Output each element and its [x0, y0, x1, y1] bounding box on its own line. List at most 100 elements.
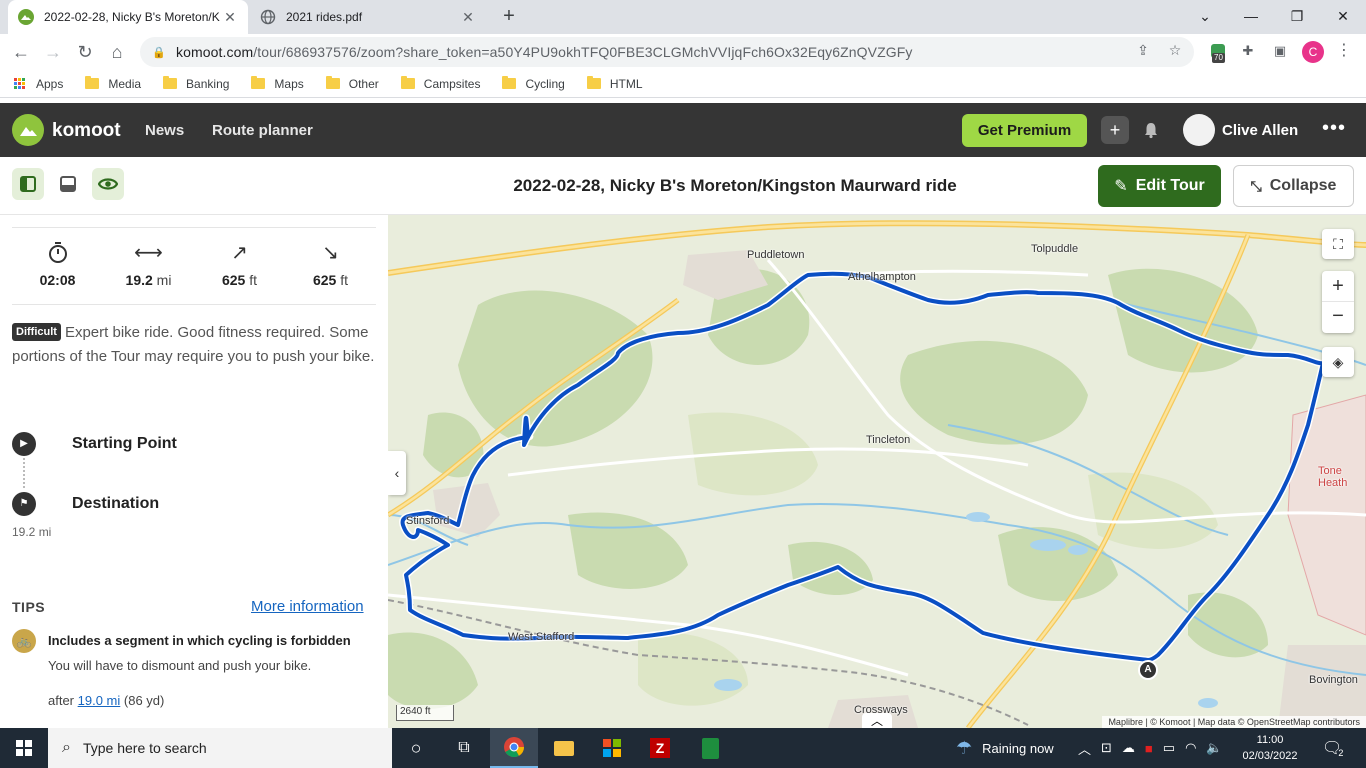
- tour-map[interactable]: Puddletown Athelhampton Tolpuddle Tincle…: [388, 215, 1366, 728]
- more-options-icon[interactable]: •••: [1322, 117, 1346, 140]
- bookmark-folder-maps[interactable]: Maps: [251, 76, 304, 91]
- clock-time: 11:00: [1256, 734, 1284, 746]
- close-window-icon[interactable]: ✕: [1320, 4, 1366, 28]
- task-view-icon[interactable]: ⧉: [440, 728, 488, 768]
- user-avatar[interactable]: [1183, 114, 1215, 146]
- stat-uphill: ↗ 625 ft: [194, 228, 285, 304]
- tray-app-red-icon[interactable]: ■: [1145, 741, 1153, 756]
- bookmark-folder-html[interactable]: HTML: [586, 76, 643, 91]
- get-premium-button[interactable]: Get Premium: [962, 114, 1087, 147]
- collapse-button[interactable]: ⤡ Collapse: [1233, 165, 1354, 207]
- place-label-puddletown: Puddletown: [747, 249, 805, 261]
- view-map-eye-icon[interactable]: [92, 168, 124, 200]
- waypoint-destination[interactable]: ⚑ Destination: [12, 492, 159, 516]
- folder-icon: [163, 76, 178, 89]
- tab-search-icon[interactable]: ⌄: [1182, 4, 1228, 28]
- search-icon: ⌕: [62, 739, 71, 756]
- bookmark-folder-campsites[interactable]: Campsites: [400, 76, 480, 91]
- store-icon[interactable]: [588, 728, 636, 768]
- tip-distance-link[interactable]: 19.0 mi: [78, 693, 121, 708]
- cortana-circle-icon[interactable]: ○: [392, 728, 440, 768]
- tab-komoot[interactable]: 2022-02-28, Nicky B's Moreton/K ✕: [8, 0, 248, 34]
- view-bottom-panel-icon[interactable]: [52, 168, 84, 200]
- map-layers-icon[interactable]: ◈: [1322, 347, 1354, 377]
- expand-panel-chevron-icon[interactable]: ︿: [862, 713, 892, 728]
- zoom-in-icon[interactable]: +: [1322, 271, 1354, 302]
- bookmark-folder-cycling[interactable]: Cycling: [502, 76, 565, 91]
- tab-title: 2022-02-28, Nicky B's Moreton/K: [44, 10, 220, 24]
- zoom-out-icon[interactable]: −: [1322, 302, 1354, 333]
- meet-now-icon[interactable]: ⊡: [1101, 740, 1112, 756]
- globe-icon: [260, 9, 276, 25]
- battery-icon[interactable]: ▭: [1163, 740, 1175, 756]
- filezilla-icon[interactable]: Z: [636, 728, 684, 768]
- address-bar[interactable]: 🔒 komoot.com/tour/686937576/zoom?share_t…: [140, 37, 1194, 67]
- tab-close-icon[interactable]: ✕: [222, 9, 238, 26]
- uphill-icon: ↗: [231, 242, 248, 264]
- chrome-app-icon[interactable]: [490, 728, 538, 768]
- bookmark-folder-other[interactable]: Other: [325, 76, 379, 91]
- map-scale: 2640 ft: [396, 705, 454, 721]
- windows-start-icon[interactable]: [16, 740, 32, 756]
- user-name[interactable]: Clive Allen: [1222, 122, 1298, 139]
- bookmark-apps[interactable]: Apps: [14, 77, 63, 91]
- bookmarks-bar: Apps Media Banking Maps Other Campsites …: [0, 70, 1366, 98]
- taskbar-clock[interactable]: 11:00 02/03/2022: [1240, 732, 1300, 764]
- file-explorer-icon[interactable]: [540, 728, 588, 768]
- waypoint-start[interactable]: ▶ Starting Point: [12, 432, 177, 456]
- edit-tour-button[interactable]: ✎ Edit Tour: [1098, 165, 1221, 207]
- komoot-logo-icon[interactable]: [12, 114, 44, 146]
- difficulty-description: Difficult Expert bike ride. Good fitness …: [12, 323, 375, 365]
- fit-route-icon[interactable]: ⛶: [1322, 229, 1354, 259]
- start-marker[interactable]: A: [1138, 660, 1158, 680]
- apps-grid-icon: [14, 77, 26, 90]
- spreadsheet-app-icon[interactable]: [686, 728, 734, 768]
- notifications-icon[interactable]: 🗨 2: [1322, 728, 1343, 768]
- folder-icon: [502, 76, 517, 89]
- menu-kebab-icon[interactable]: ⋮: [1334, 41, 1354, 61]
- reload-icon[interactable]: ↻: [72, 39, 98, 65]
- notifications-bell-icon[interactable]: [1137, 116, 1165, 144]
- add-plus-icon[interactable]: +: [1101, 116, 1129, 144]
- komoot-brand[interactable]: komoot: [52, 120, 121, 142]
- bookmark-folder-banking[interactable]: Banking: [163, 76, 229, 91]
- browser-toolbar: ← → ↻ ⌂ 🔒 komoot.com/tour/686937576/zoom…: [0, 34, 1366, 70]
- tab-close-icon[interactable]: ✕: [460, 9, 476, 26]
- place-label-bovington: Bovington: [1309, 674, 1358, 686]
- wifi-icon[interactable]: ◠: [1185, 740, 1196, 756]
- bookmark-folder-media[interactable]: Media: [85, 76, 141, 91]
- taskbar-search[interactable]: ⌕ Type here to search: [48, 728, 392, 768]
- show-hidden-icons-chevron-icon[interactable]: ︿: [1078, 739, 1091, 758]
- nav-route-planner[interactable]: Route planner: [212, 122, 313, 139]
- tab-title: 2021 rides.pdf: [286, 10, 363, 24]
- more-information-link[interactable]: More information: [251, 598, 364, 615]
- new-tab-button[interactable]: +: [498, 6, 520, 28]
- weather-widget[interactable]: ☂ Raining now: [956, 728, 1054, 768]
- nav-news[interactable]: News: [145, 122, 184, 139]
- tip-location: after 19.0 mi (86 yd): [48, 693, 165, 708]
- forward-icon[interactable]: →: [40, 39, 66, 65]
- extension-shield-icon[interactable]: 70: [1208, 41, 1228, 63]
- tour-title: 2022-02-28, Nicky B's Moreton/Kingston M…: [513, 176, 957, 195]
- bookmark-star-icon[interactable]: ☆: [1166, 41, 1184, 59]
- cloud-icon[interactable]: ☁: [1122, 740, 1135, 756]
- timer-icon: [12, 240, 103, 264]
- minimize-icon[interactable]: —: [1228, 4, 1274, 28]
- volume-icon[interactable]: 🔈: [1206, 740, 1222, 756]
- sidebar-toggle-chevron-icon[interactable]: ‹: [388, 451, 406, 495]
- stat-distance: ⟷ 19.2 mi: [103, 228, 194, 304]
- windows-taskbar: ⌕ Type here to search ○ ⧉ Z ☂ Raining no…: [0, 728, 1366, 768]
- profile-avatar[interactable]: C: [1302, 41, 1324, 63]
- restore-icon[interactable]: ❐: [1274, 4, 1320, 28]
- tip-description: You will have to dismount and push your …: [48, 658, 312, 673]
- place-label-tincleton: Tincleton: [866, 434, 911, 446]
- view-split-icon[interactable]: [12, 168, 44, 200]
- pencil-icon: ✎: [1114, 178, 1128, 195]
- side-panel-icon[interactable]: ▣: [1270, 41, 1290, 61]
- home-icon[interactable]: ⌂: [104, 39, 130, 65]
- back-icon[interactable]: ←: [8, 39, 34, 65]
- extensions-puzzle-icon[interactable]: ✚: [1238, 41, 1258, 61]
- stat-downhill: ↘ 625 ft: [285, 228, 376, 304]
- tab-pdf[interactable]: 2021 rides.pdf ✕: [250, 0, 486, 34]
- share-icon[interactable]: ⇪: [1134, 41, 1152, 59]
